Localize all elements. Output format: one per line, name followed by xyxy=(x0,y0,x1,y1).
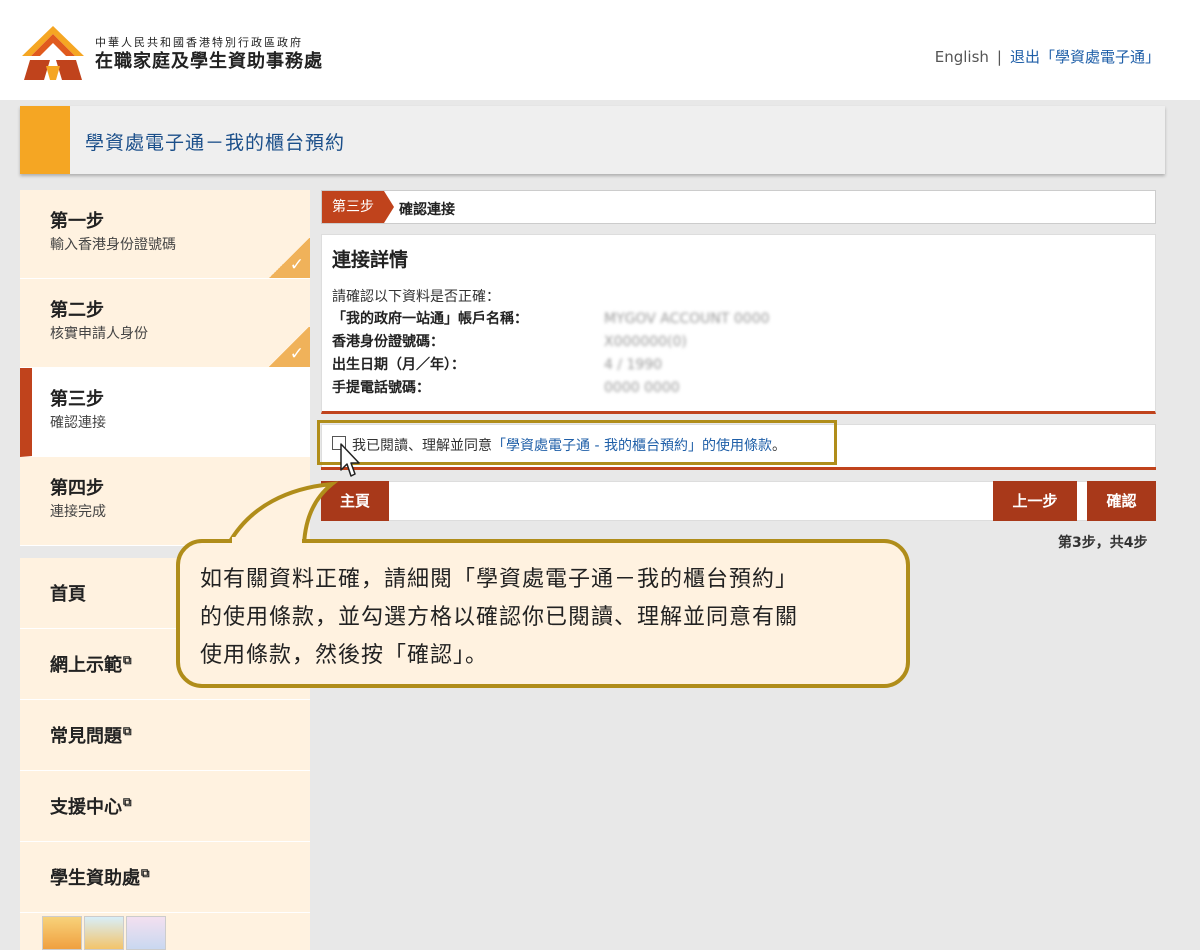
check-icon: ✓ xyxy=(289,255,304,275)
step-desc: 連接完成 xyxy=(50,504,106,520)
connection-details-panel: 連接詳情 請確認以下資料是否正確： 「我的政府一站通」帳戶名稱： MYGOV AC… xyxy=(321,234,1156,414)
step-title: 第四步 xyxy=(50,478,104,499)
detail-label: 「我的政府一站通」帳戶名稱： xyxy=(332,311,528,327)
detail-row-hkid: 香港身份證號碼： X000000(0) xyxy=(332,331,1145,354)
step-label: 確認連接 xyxy=(399,202,455,218)
title-accent-block xyxy=(20,106,70,174)
page-title: 學資處電子通－我的櫃台預約 xyxy=(85,132,346,154)
tutorial-callout: 如有關資料正確，請細閱「學資處電子通－我的櫃台預約」 的使用條款，並勾選方格以確… xyxy=(176,539,910,688)
section-divider xyxy=(321,467,1156,470)
mouse-pointer-icon xyxy=(340,443,360,477)
promo-thumbnails xyxy=(42,916,168,950)
step-3-current: 第三步 確認連接 xyxy=(20,368,310,457)
external-link-icon: ⧉ xyxy=(123,653,132,667)
step-progress-sidebar: 第一步 輸入香港身份證號碼 ✓ 第二步 核實申請人身份 ✓ 第三步 確認連接 第… xyxy=(20,190,310,548)
menu-item-faq[interactable]: 常見問題⧉ xyxy=(20,700,310,771)
step-4: 第四步 連接完成 xyxy=(20,457,310,546)
org-name-line2: 在職家庭及學生資助事務處 xyxy=(95,51,323,72)
step-tag: 第三步 xyxy=(322,191,384,223)
detail-value-redacted: 4 / 1990 xyxy=(604,357,663,373)
step-1: 第一步 輸入香港身份證號碼 ✓ xyxy=(20,190,310,279)
step-complete-badge: ✓ xyxy=(268,327,310,367)
detail-label: 香港身份證號碼： xyxy=(332,334,444,350)
detail-label: 手提電話號碼： xyxy=(332,380,430,396)
step-tag-arrow xyxy=(384,191,394,223)
tutorial-highlight-box xyxy=(317,420,837,465)
confirm-button[interactable]: 確認 xyxy=(1087,481,1156,521)
detail-row-dob: 出生日期（月／年）： 4 / 1990 xyxy=(332,354,1145,377)
detail-value-redacted: X000000(0) xyxy=(604,334,687,350)
wfsfaa-logo-icon xyxy=(22,26,84,80)
promo-thumbnail[interactable] xyxy=(126,916,166,950)
external-link-icon: ⧉ xyxy=(123,724,132,738)
details-intro: 請確認以下資料是否正確： xyxy=(332,289,500,305)
step-counter: 第3步，共4步 xyxy=(1058,535,1148,551)
menu-item-label: 支援中心 xyxy=(50,797,122,818)
promo-thumbnail[interactable] xyxy=(42,916,82,950)
step-complete-badge: ✓ xyxy=(268,238,310,278)
link-separator: | xyxy=(996,48,1002,66)
menu-item-label: 網上示範 xyxy=(50,655,122,676)
check-icon: ✓ xyxy=(289,344,304,364)
logout-link[interactable]: 退出「學資處電子通」 xyxy=(1010,48,1160,66)
step-title: 第一步 xyxy=(50,211,104,232)
details-title: 連接詳情 xyxy=(332,249,409,271)
top-links: English | 退出「學資處電子通」 xyxy=(935,46,1160,67)
menu-item-label: 學生資助處 xyxy=(50,868,140,889)
callout-line: 使用條款，然後按「確認」。 xyxy=(200,643,489,668)
org-name: 中華人民共和國香港特別行政區政府 在職家庭及學生資助事務處 xyxy=(95,36,323,74)
page-title-bar: 學資處電子通－我的櫃台預約 xyxy=(20,106,1165,174)
step-title: 第二步 xyxy=(50,300,104,321)
detail-row-mobile: 手提電話號碼： 0000 0000 xyxy=(332,377,1145,400)
current-step-header: 第三步 確認連接 xyxy=(321,190,1156,224)
promo-thumbnail[interactable] xyxy=(84,916,124,950)
detail-label: 出生日期（月／年）： xyxy=(332,357,465,373)
external-link-icon: ⧉ xyxy=(123,795,132,809)
step-2: 第二步 核實申請人身份 ✓ xyxy=(20,279,310,368)
detail-value-redacted: MYGOV ACCOUNT 0000 xyxy=(604,311,770,327)
menu-item-label: 常見問題 xyxy=(50,726,122,747)
step-title: 第三步 xyxy=(50,389,104,410)
org-name-line1: 中華人民共和國香港特別行政區政府 xyxy=(95,36,303,49)
callout-line: 的使用條款，並勾選方格以確認你已閱讀、理解並同意有關 xyxy=(200,605,799,630)
menu-item-label: 首頁 xyxy=(50,584,86,605)
previous-step-button[interactable]: 上一步 xyxy=(993,481,1077,521)
detail-value-redacted: 0000 0000 xyxy=(604,380,680,396)
external-link-icon: ⧉ xyxy=(141,866,150,880)
english-link[interactable]: English xyxy=(935,48,989,66)
callout-line: 如有關資料正確，請細閱「學資處電子通－我的櫃台預約」 xyxy=(200,567,799,592)
step-desc: 確認連接 xyxy=(50,415,106,431)
home-button[interactable]: 主頁 xyxy=(321,481,389,521)
menu-item-sfo[interactable]: 學生資助處⧉ xyxy=(20,842,310,913)
menu-item-support-centre[interactable]: 支援中心⧉ xyxy=(20,771,310,842)
detail-row-account: 「我的政府一站通」帳戶名稱： MYGOV ACCOUNT 0000 xyxy=(332,308,1145,331)
top-header: 中華人民共和國香港特別行政區政府 在職家庭及學生資助事務處 English | 退出… xyxy=(0,0,1200,100)
